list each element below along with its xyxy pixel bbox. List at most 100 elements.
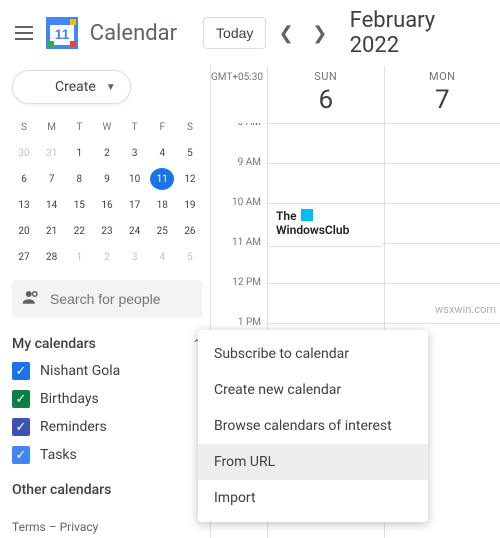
mini-day[interactable]: 19 bbox=[178, 194, 202, 216]
mini-day[interactable]: 18 bbox=[150, 194, 174, 216]
mini-day[interactable]: 15 bbox=[67, 194, 91, 216]
other-calendars-header[interactable]: Other calendars bbox=[12, 482, 202, 498]
calendar-list-item[interactable]: ✓ Birthdays bbox=[12, 390, 202, 408]
menu-item[interactable]: From URL bbox=[198, 444, 428, 480]
mini-day[interactable]: 3 bbox=[123, 142, 147, 164]
mini-day[interactable]: 4 bbox=[150, 246, 174, 268]
today-button[interactable]: Today bbox=[203, 17, 266, 49]
mini-day[interactable]: 23 bbox=[95, 220, 119, 242]
mini-day[interactable]: 28 bbox=[40, 246, 64, 268]
svg-text:11: 11 bbox=[54, 26, 69, 42]
menu-item[interactable]: Browse calendars of interest bbox=[198, 408, 428, 444]
mini-day[interactable]: 13 bbox=[12, 194, 36, 216]
mini-dow: T bbox=[67, 116, 91, 138]
watermark: wsxwin.com bbox=[435, 303, 496, 316]
mini-day[interactable]: 12 bbox=[178, 168, 202, 190]
mini-day[interactable]: 27 bbox=[12, 246, 36, 268]
time-slot[interactable] bbox=[385, 203, 500, 243]
menu-item[interactable]: Import bbox=[198, 480, 428, 516]
time-slot[interactable] bbox=[385, 123, 500, 163]
mini-day[interactable]: 31 bbox=[40, 142, 64, 164]
time-slot[interactable] bbox=[268, 163, 384, 203]
mini-day[interactable]: 8 bbox=[67, 168, 91, 190]
mini-day[interactable]: 11 bbox=[150, 168, 174, 190]
mini-day[interactable]: 21 bbox=[40, 220, 64, 242]
calendar-label: Birthdays bbox=[40, 391, 99, 407]
checkbox-icon[interactable]: ✓ bbox=[12, 390, 30, 408]
mini-dow: S bbox=[12, 116, 36, 138]
mini-day[interactable]: 5 bbox=[178, 142, 202, 164]
mini-day[interactable]: 25 bbox=[150, 220, 174, 242]
mini-day[interactable]: 1 bbox=[67, 142, 91, 164]
mini-dow: F bbox=[150, 116, 174, 138]
calendar-label: Tasks bbox=[40, 447, 77, 463]
mini-day[interactable]: 24 bbox=[123, 220, 147, 242]
mini-day[interactable]: 20 bbox=[12, 220, 36, 242]
mini-day[interactable]: 16 bbox=[95, 194, 119, 216]
time-slot[interactable] bbox=[385, 243, 500, 283]
calendar-logo[interactable]: 11 bbox=[44, 15, 80, 51]
terms-link[interactable]: Terms bbox=[12, 520, 46, 534]
mini-dow: T bbox=[123, 116, 147, 138]
app-name: Calendar bbox=[90, 21, 177, 46]
calendar-label: Nishant Gola bbox=[40, 363, 120, 379]
hour-label: 8 AM bbox=[211, 123, 267, 157]
mini-day[interactable]: 2 bbox=[95, 246, 119, 268]
my-calendars-header[interactable]: My calendars ⌃ bbox=[12, 336, 202, 352]
mini-dow: M bbox=[40, 116, 64, 138]
footer-links: Terms – Privacy bbox=[12, 520, 202, 534]
day-column-header[interactable]: SUN 6 bbox=[267, 66, 384, 123]
mini-day[interactable]: 22 bbox=[67, 220, 91, 242]
time-slot[interactable] bbox=[268, 283, 384, 323]
calendar-list-item[interactable]: ✓ Tasks bbox=[12, 446, 202, 464]
prev-arrow-icon[interactable]: ❮ bbox=[274, 23, 298, 44]
mini-dow: S bbox=[178, 116, 202, 138]
create-button[interactable]: ＋ Create ▼ bbox=[12, 70, 131, 104]
calendar-list-item[interactable]: ✓ Reminders bbox=[12, 418, 202, 436]
checkbox-icon[interactable]: ✓ bbox=[12, 362, 30, 380]
hour-label: 12 PM bbox=[211, 277, 267, 317]
mini-day[interactable]: 1 bbox=[67, 246, 91, 268]
mini-day[interactable]: 10 bbox=[123, 168, 147, 190]
search-input[interactable] bbox=[50, 291, 192, 307]
mini-day[interactable]: 9 bbox=[95, 168, 119, 190]
time-slot[interactable] bbox=[268, 123, 384, 163]
mini-day[interactable]: 6 bbox=[12, 168, 36, 190]
mini-day[interactable]: 7 bbox=[40, 168, 64, 190]
mini-calendar[interactable]: SMTWTFS 30311234567891011121314151617181… bbox=[12, 114, 202, 270]
time-slot[interactable] bbox=[268, 243, 384, 283]
hamburger-icon[interactable] bbox=[12, 21, 36, 45]
time-slot[interactable] bbox=[385, 163, 500, 203]
sidebar: ＋ Create ▼ SMTWTFS 303112345678910111213… bbox=[0, 66, 210, 538]
privacy-link[interactable]: Privacy bbox=[60, 520, 99, 534]
search-people[interactable] bbox=[12, 280, 202, 318]
menu-item[interactable]: Create new calendar bbox=[198, 372, 428, 408]
checkbox-icon[interactable]: ✓ bbox=[12, 446, 30, 464]
menu-item[interactable]: Subscribe to calendar bbox=[198, 336, 428, 372]
people-icon bbox=[22, 288, 40, 310]
month-title: February 2022 bbox=[350, 8, 488, 58]
calendar-list-item[interactable]: ✓ Nishant Gola bbox=[12, 362, 202, 380]
mini-day[interactable]: 4 bbox=[150, 142, 174, 164]
mini-day[interactable]: 3 bbox=[123, 246, 147, 268]
hour-label: 11 AM bbox=[211, 237, 267, 277]
mini-day[interactable]: 5 bbox=[178, 246, 202, 268]
mini-day[interactable]: 2 bbox=[95, 142, 119, 164]
mini-day[interactable]: 14 bbox=[40, 194, 64, 216]
chevron-down-icon: ▼ bbox=[106, 82, 116, 93]
next-arrow-icon[interactable]: ❯ bbox=[308, 23, 332, 44]
hour-label: 10 AM bbox=[211, 197, 267, 237]
mini-dow: W bbox=[95, 116, 119, 138]
mini-day[interactable]: 17 bbox=[123, 194, 147, 216]
create-label: Create bbox=[55, 79, 96, 95]
day-column-header[interactable]: MON 7 bbox=[384, 66, 500, 123]
mini-day[interactable]: 30 bbox=[12, 142, 36, 164]
calendar-event[interactable]: The WindowsClub bbox=[270, 205, 382, 247]
add-calendar-menu: Subscribe to calendarCreate new calendar… bbox=[198, 330, 428, 522]
calendar-label: Reminders bbox=[40, 419, 107, 435]
timezone-label: GMT+05:30 bbox=[211, 66, 267, 123]
checkbox-icon[interactable]: ✓ bbox=[12, 418, 30, 436]
app-header: 11 Calendar Today ❮ ❯ February 2022 bbox=[0, 0, 500, 66]
hour-label: 9 AM bbox=[211, 157, 267, 197]
mini-day[interactable]: 26 bbox=[178, 220, 202, 242]
